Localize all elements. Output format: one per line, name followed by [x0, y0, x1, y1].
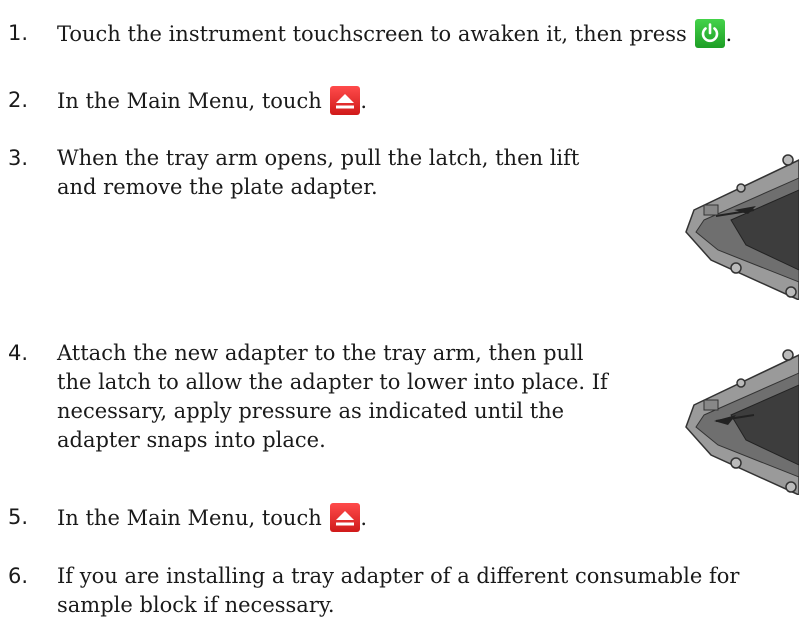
- step-number: 5.: [8, 505, 29, 529]
- step-text: In the Main Menu, touch .: [57, 503, 367, 533]
- trailing-period: .: [360, 89, 368, 113]
- step-line: In the Main Menu, touch: [57, 89, 322, 113]
- step-line: If you are installing a tray adapter of …: [57, 564, 740, 588]
- step-text: Touch the instrument touchscreen to awak…: [57, 19, 732, 49]
- tray-arm-illustration: [685, 349, 799, 495]
- step-line: Touch the instrument touchscreen to awak…: [57, 22, 687, 46]
- step-text: In the Main Menu, touch .: [57, 86, 367, 116]
- eject-icon: [330, 503, 361, 532]
- trailing-period: .: [360, 506, 368, 530]
- tray-arm-illustration: [685, 154, 799, 300]
- step-number: 4.: [8, 341, 29, 365]
- power-icon: [695, 19, 726, 48]
- step-text: Attach the new adapter to the tray arm, …: [57, 339, 608, 455]
- step-line: the latch to allow the adapter to lower …: [57, 370, 608, 394]
- step-line: In the Main Menu, touch: [57, 506, 322, 530]
- step-line: adapter snaps into place.: [57, 428, 326, 452]
- step-number: 3.: [8, 146, 29, 170]
- trailing-period: .: [725, 22, 733, 46]
- eject-icon: [330, 86, 361, 115]
- step-number: 6.: [8, 564, 29, 588]
- step-line: necessary, apply pressure as indicated u…: [57, 399, 565, 423]
- step-text: When the tray arm opens, pull the latch,…: [57, 144, 579, 202]
- step-number: 1.: [8, 21, 29, 45]
- step-text: If you are installing a tray adapter of …: [57, 562, 739, 620]
- step-line: When the tray arm opens, pull the latch,…: [57, 146, 580, 170]
- step-line: sample block if necessary.: [57, 593, 335, 617]
- step-line: Attach the new adapter to the tray arm, …: [57, 341, 584, 365]
- step-line: and remove the plate adapter.: [57, 175, 378, 199]
- step-number: 2.: [8, 88, 29, 112]
